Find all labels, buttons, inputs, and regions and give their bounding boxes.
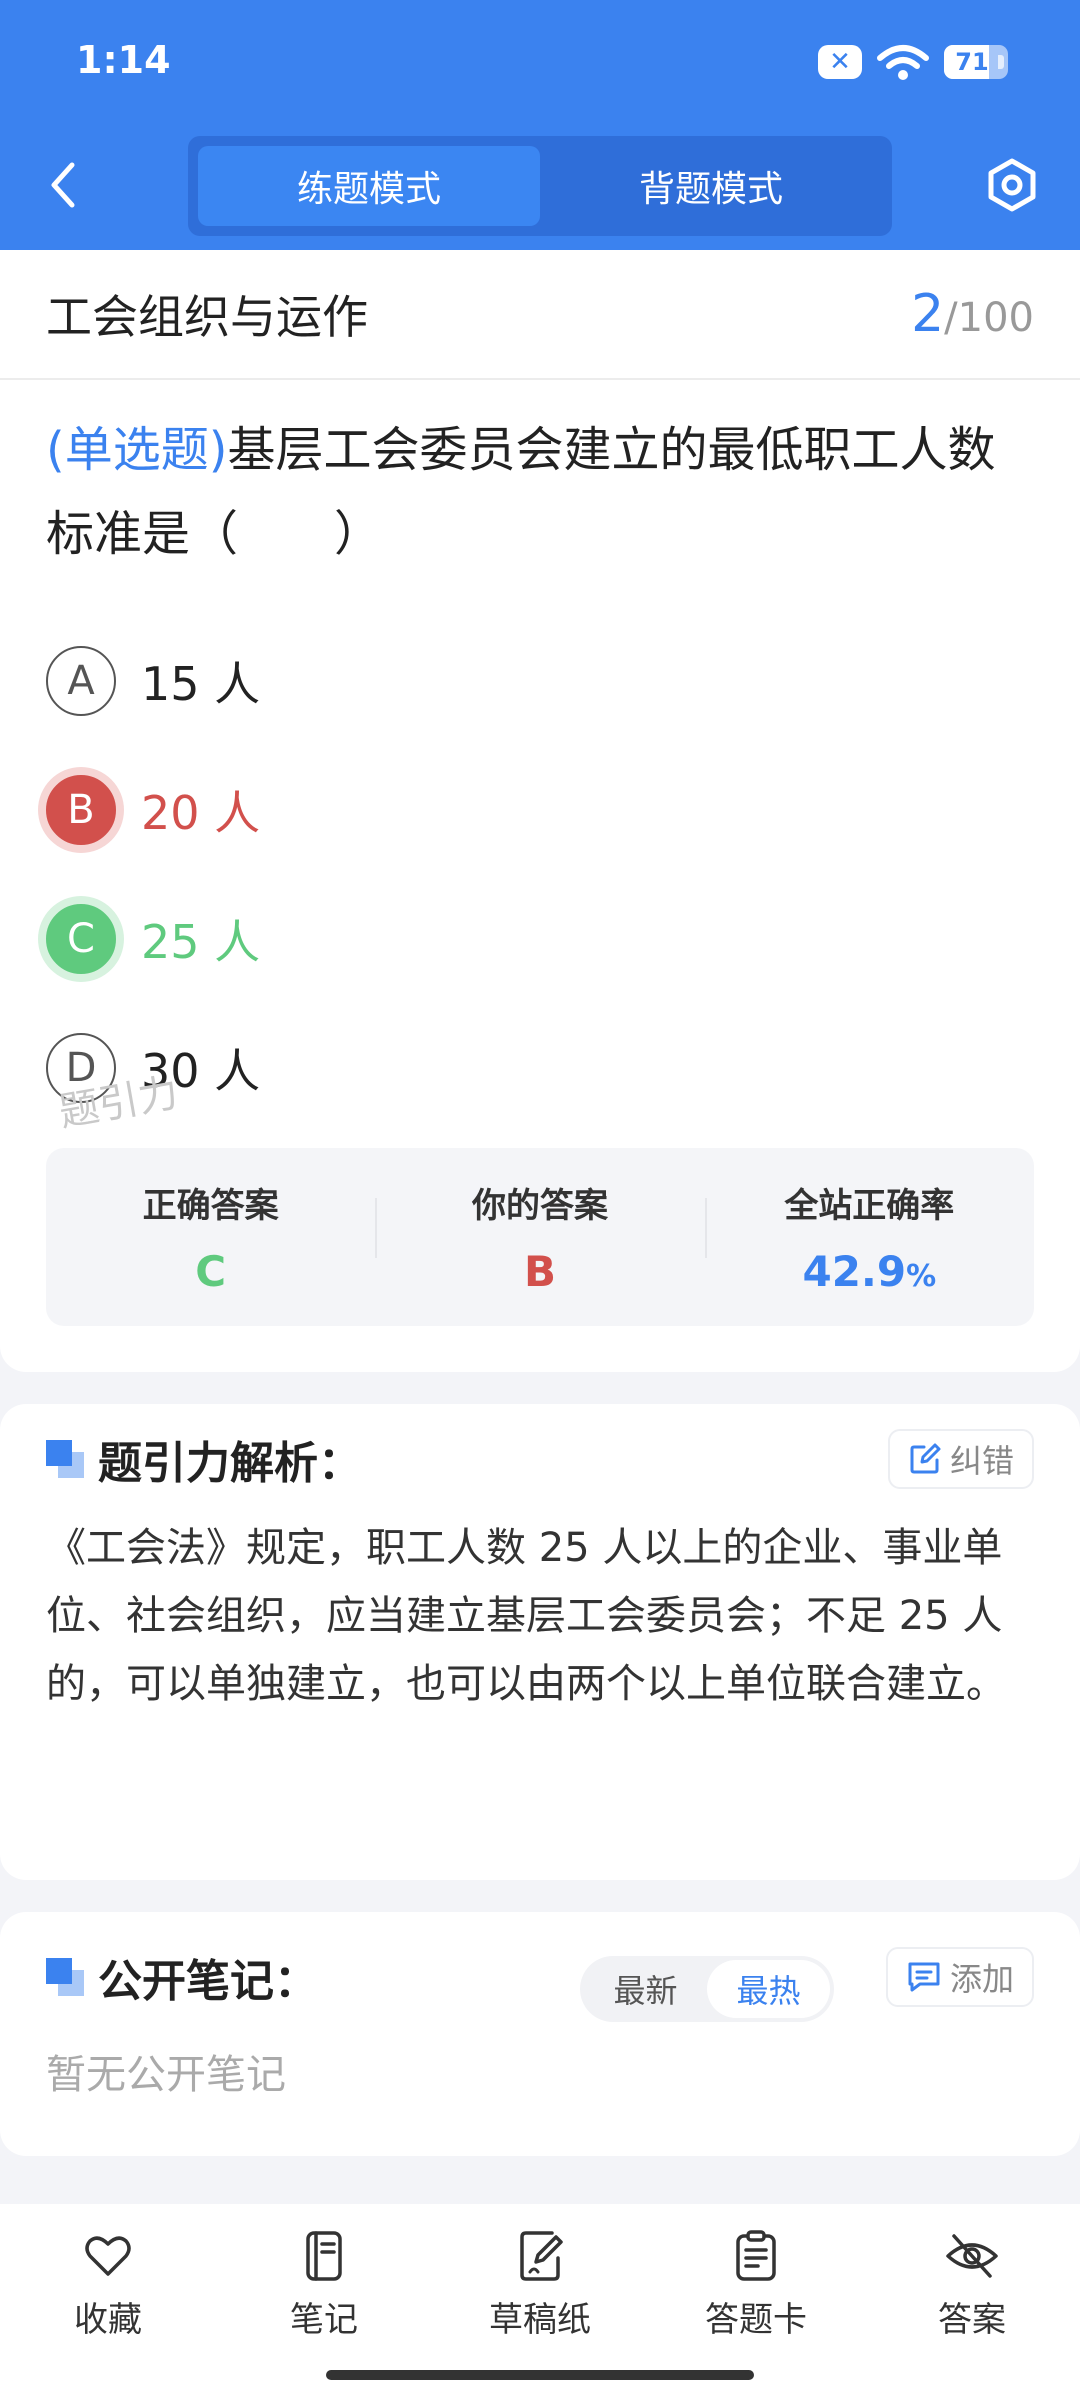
report-error-label: 纠错	[949, 1442, 1014, 1480]
back-button[interactable]	[38, 155, 88, 215]
status-bar: 1:14 ✕ 71	[0, 0, 1080, 125]
question-title-row: 工会组织与运作 2/100	[0, 250, 1080, 380]
accuracy-unit: %	[906, 1259, 937, 1294]
option-c-text: 25 人	[141, 914, 261, 969]
correct-answer-col: 正确答案 C	[46, 1178, 375, 1296]
nav-answer-sheet-label: 答题卡	[705, 2300, 807, 2340]
nav-favorite[interactable]: 收藏	[0, 2204, 216, 2400]
notebook-icon	[306, 2231, 342, 2281]
top-header: 1:14 ✕ 71 练题模式 背题模式	[0, 0, 1080, 250]
answer-sheet-icon	[736, 2230, 776, 2281]
heart-icon	[85, 2236, 131, 2276]
battery-indicator: 71	[944, 45, 1008, 79]
notes-empty-text: 暂无公开笔记	[46, 2052, 286, 2098]
nav-favorite-label: 收藏	[74, 2300, 142, 2340]
your-answer-value: B	[523, 1247, 556, 1296]
add-note-label: 添加	[949, 1960, 1014, 1998]
notes-header: 公开笔记： 添加	[0, 1912, 1080, 2042]
settings-hexagon-icon[interactable]	[982, 155, 1042, 215]
add-note-button[interactable]: 添加	[885, 1947, 1034, 2007]
section-title: 工会组织与运作	[46, 290, 368, 344]
nav-answer[interactable]: 答案	[864, 2204, 1080, 2400]
option-a-text: 15 人	[141, 656, 261, 711]
option-b-text: 20 人	[141, 785, 261, 840]
status-icons: ✕ 71	[818, 42, 1008, 82]
option-c[interactable]: C 25 人	[0, 874, 1080, 1003]
notification-x-icon: ✕	[818, 45, 862, 79]
progress-current: 2	[911, 284, 945, 344]
notes-sort-toggle: 最新 最热	[580, 1956, 834, 2022]
option-b-letter: B	[46, 774, 116, 845]
option-a-letter: A	[46, 645, 116, 716]
option-a[interactable]: A 15 人	[0, 616, 1080, 745]
answer-summary: 正确答案 C 你的答案 B 全站正确率 42.9%	[46, 1148, 1034, 1326]
sort-hottest[interactable]: 最热	[707, 1960, 830, 2018]
accuracy-number: 42.9	[802, 1247, 907, 1296]
accuracy-col: 全站正确率 42.9%	[704, 1178, 1034, 1296]
status-time: 1:14	[76, 38, 171, 82]
options-list: A 15 人 B 20 人 C 25 人 D 30 人	[0, 616, 1080, 1132]
progress-total: /100	[944, 295, 1034, 341]
your-answer-col: 你的答案 B	[375, 1178, 704, 1296]
comment-icon	[908, 1962, 940, 1992]
analysis-text: 《工会法》规定，职工人数 25 人以上的企业、事业单位、社会组织，应当建立基层工…	[46, 1525, 1006, 1707]
option-b[interactable]: B 20 人	[0, 745, 1080, 874]
nav-answer-label: 答案	[938, 2300, 1006, 2340]
report-error-button[interactable]: 纠错	[887, 1429, 1034, 1489]
tab-practice-mode[interactable]: 练题模式	[198, 146, 540, 226]
nav-notes-label: 笔记	[290, 2300, 358, 2340]
sort-latest[interactable]: 最新	[584, 1960, 707, 2018]
draft-paper-icon	[520, 2231, 563, 2281]
nav-draft-paper-label: 草稿纸	[489, 2300, 591, 2340]
analysis-title: 题引力解析：	[98, 1438, 362, 1489]
battery-level: 71	[955, 48, 989, 76]
option-c-letter: C	[46, 903, 116, 974]
question-card: 工会组织与运作 2/100 (单选题)基层工会委员会建立的最低职工人数标准是（ …	[0, 250, 1080, 1372]
question-text: (单选题)基层工会委员会建立的最低职工人数标准是（ ）	[0, 380, 1080, 576]
analysis-card: 题引力解析： 纠错 《工会法》规定，职工人数 25 人以上的企业、事业单位、社会…	[0, 1404, 1080, 1880]
question-type: (单选题)	[46, 422, 228, 478]
tab-memorize-mode[interactable]: 背题模式	[540, 146, 882, 226]
eye-off-icon	[946, 2234, 998, 2278]
edit-icon	[910, 1443, 941, 1474]
analysis-header: 题引力解析： 纠错	[0, 1404, 1080, 1514]
notes-card: 公开笔记： 添加 最新 最热 暂无公开笔记	[0, 1912, 1080, 2156]
section-square-icon	[46, 1958, 84, 1996]
chevron-left-icon	[51, 162, 75, 208]
mode-switch: 练题模式 背题模式	[188, 136, 892, 236]
correct-answer-value: C	[195, 1247, 227, 1296]
section-square-icon	[46, 1440, 84, 1478]
accuracy-label: 全站正确率	[784, 1186, 955, 1226]
home-indicator[interactable]	[326, 2370, 754, 2380]
accuracy-value: 42.9%	[802, 1247, 936, 1296]
notes-title: 公开笔记：	[98, 1956, 318, 2007]
question-progress: 2/100	[911, 284, 1034, 344]
your-answer-label: 你的答案	[471, 1186, 608, 1226]
correct-answer-label: 正确答案	[142, 1186, 279, 1226]
wifi-icon	[877, 45, 929, 80]
